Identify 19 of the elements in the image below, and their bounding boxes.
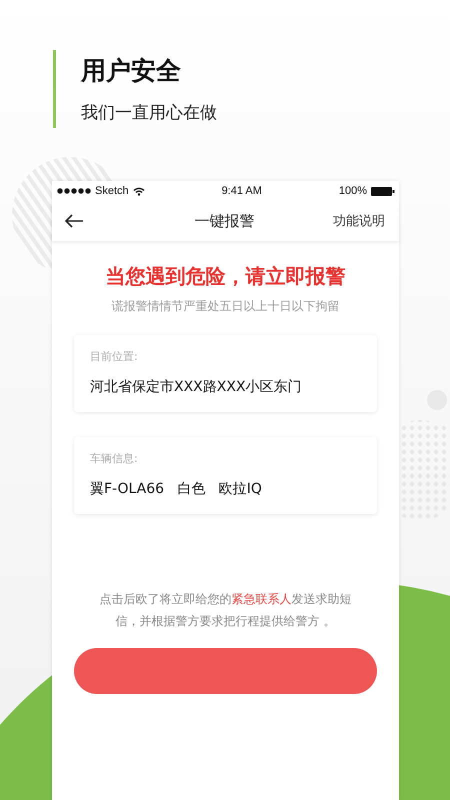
wifi-icon	[132, 186, 145, 196]
help-link[interactable]: 功能说明	[333, 212, 385, 230]
alarm-button[interactable]	[74, 648, 377, 694]
warning-text: 谎报警情情节严重处五日以上十日以下拘留	[110, 298, 340, 315]
battery-icon	[370, 186, 395, 196]
alert-headline: 当您遇到危险，请立即报警	[104, 263, 346, 290]
clock-time: 9:41 AM	[222, 185, 262, 197]
nav-title: 一键报警	[194, 212, 254, 230]
back-arrow-icon[interactable]	[64, 214, 84, 228]
page-subtitle: 我们一直用心在做	[81, 102, 218, 124]
info-value: 翼F-OLA66 白色 欧拉IQ	[90, 480, 263, 498]
info-label: 车辆信息:	[90, 451, 139, 466]
info-label: 目前位置:	[90, 349, 139, 364]
carrier-label: Sketch	[95, 185, 129, 197]
notice-text: 点击后欧了将立即给您的紧急联系人发送求助短信，并根据警方要求把行程提供给警方 。	[98, 591, 352, 630]
battery-percent: 100%	[338, 185, 367, 197]
page-title: 用户安全	[81, 55, 182, 87]
info-value: 河北省保定市XXX路XXX小区东门	[90, 378, 303, 396]
signal-icon	[57, 188, 91, 194]
